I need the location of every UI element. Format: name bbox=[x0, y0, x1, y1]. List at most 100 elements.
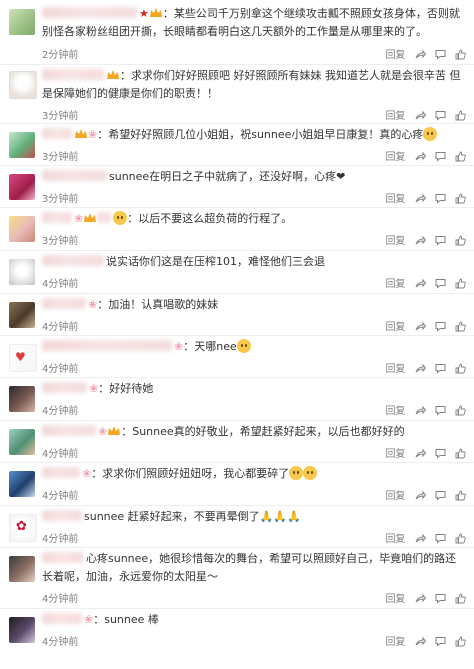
avatar[interactable] bbox=[9, 302, 35, 328]
avatar[interactable]: ✿ bbox=[9, 514, 37, 542]
thumbs-up-icon[interactable] bbox=[455, 235, 466, 247]
reply-button[interactable]: 回复 bbox=[385, 322, 405, 333]
comment-text: ❀ ：Sunnee真的好敬业，希望赶紧好起来，以后也都好好的 bbox=[42, 423, 466, 441]
comment-actions: 回复 bbox=[379, 318, 466, 333]
user-name-blurred[interactable] bbox=[42, 255, 104, 266]
user-name-blurred[interactable] bbox=[42, 69, 104, 80]
user-name-blurred[interactable] bbox=[42, 425, 96, 436]
comment-actions: 回复 bbox=[379, 46, 466, 61]
share-icon[interactable] bbox=[415, 110, 426, 122]
comment-icon[interactable] bbox=[435, 236, 446, 247]
comment-icon[interactable] bbox=[435, 194, 446, 205]
user-name-blurred[interactable] bbox=[42, 467, 80, 478]
comment-text: ❀：求求你们照顾好妞妞呀，我心都要碎了 bbox=[42, 465, 466, 483]
avatar[interactable] bbox=[9, 259, 35, 285]
avatar[interactable] bbox=[9, 429, 35, 455]
avatar[interactable] bbox=[9, 132, 35, 158]
thumbs-up-icon[interactable] bbox=[455, 636, 466, 648]
comment-actions: 回复 bbox=[379, 232, 466, 247]
share-icon[interactable] bbox=[415, 490, 426, 502]
thumbs-up-icon[interactable] bbox=[455, 151, 466, 163]
comment-icon[interactable] bbox=[435, 50, 446, 61]
thumbs-up-icon[interactable] bbox=[455, 363, 466, 375]
avatar[interactable] bbox=[9, 9, 35, 35]
reply-button[interactable]: 回复 bbox=[385, 491, 405, 502]
comment-time: 4分钟前 bbox=[42, 637, 79, 648]
comment-icon[interactable] bbox=[435, 534, 446, 545]
comment-time: 3分钟前 bbox=[42, 111, 79, 122]
comment-actions: 回复 bbox=[379, 590, 466, 605]
reply-button[interactable]: 回复 bbox=[385, 637, 405, 648]
share-icon[interactable] bbox=[415, 363, 426, 375]
share-icon[interactable] bbox=[415, 151, 426, 163]
comment-icon[interactable] bbox=[435, 111, 446, 122]
reply-button[interactable]: 回复 bbox=[385, 406, 405, 417]
reply-button[interactable]: 回复 bbox=[385, 449, 405, 460]
reply-button[interactable]: 回复 bbox=[385, 534, 405, 545]
user-name-blurred[interactable] bbox=[42, 340, 172, 351]
thumbs-up-icon[interactable] bbox=[455, 405, 466, 417]
user-name-blurred[interactable] bbox=[42, 552, 84, 563]
share-icon[interactable] bbox=[415, 193, 426, 205]
reply-button[interactable]: 回复 bbox=[385, 111, 405, 122]
user-name-blurred[interactable] bbox=[42, 298, 86, 309]
comment-icon[interactable] bbox=[435, 322, 446, 333]
thumbs-up-icon[interactable] bbox=[455, 321, 466, 333]
comment-icon[interactable] bbox=[435, 449, 446, 460]
share-icon[interactable] bbox=[415, 593, 426, 605]
user-name-blurred[interactable] bbox=[97, 212, 112, 223]
user-name-blurred[interactable] bbox=[42, 613, 82, 624]
thumbs-up-icon[interactable] bbox=[455, 490, 466, 502]
user-name-blurred[interactable] bbox=[42, 7, 137, 18]
comment-icon[interactable] bbox=[435, 279, 446, 290]
comment-icon[interactable] bbox=[435, 637, 446, 648]
comment-icon[interactable] bbox=[435, 406, 446, 417]
avatar[interactable] bbox=[9, 471, 35, 497]
share-icon[interactable] bbox=[415, 321, 426, 333]
share-icon[interactable] bbox=[415, 49, 426, 61]
user-name-blurred[interactable] bbox=[42, 382, 87, 393]
crying-emoji-icon bbox=[236, 339, 251, 353]
thumbs-up-icon[interactable] bbox=[455, 278, 466, 290]
avatar[interactable] bbox=[9, 617, 35, 643]
avatar[interactable] bbox=[9, 71, 37, 99]
user-name-blurred[interactable] bbox=[42, 128, 72, 139]
avatar[interactable] bbox=[9, 386, 35, 412]
avatar[interactable] bbox=[9, 174, 35, 200]
share-icon[interactable] bbox=[415, 235, 426, 247]
thumbs-up-icon[interactable] bbox=[455, 49, 466, 61]
reply-button[interactable]: 回复 bbox=[385, 279, 405, 290]
crown-badge-icon bbox=[84, 213, 97, 222]
crown-badge-icon bbox=[107, 70, 119, 79]
user-name-blurred[interactable] bbox=[42, 212, 72, 223]
crying-emoji-icon bbox=[289, 466, 304, 480]
comment-time: 4分钟前 bbox=[42, 364, 79, 375]
reply-button[interactable]: 回复 bbox=[385, 152, 405, 163]
thumbs-up-icon[interactable] bbox=[455, 448, 466, 460]
thumbs-up-icon[interactable] bbox=[455, 593, 466, 605]
user-name-blurred[interactable] bbox=[42, 510, 82, 521]
comment-icon[interactable] bbox=[435, 364, 446, 375]
user-name-blurred[interactable] bbox=[42, 170, 107, 181]
thumbs-up-icon[interactable] bbox=[455, 193, 466, 205]
comment-time: 3分钟前 bbox=[42, 152, 79, 163]
avatar[interactable]: ♥ bbox=[9, 344, 37, 372]
reply-button[interactable]: 回复 bbox=[385, 50, 405, 61]
share-icon[interactable] bbox=[415, 448, 426, 460]
comment-icon[interactable] bbox=[435, 491, 446, 502]
thumbs-up-icon[interactable] bbox=[455, 110, 466, 122]
share-icon[interactable] bbox=[415, 533, 426, 545]
comment-icon[interactable] bbox=[435, 594, 446, 605]
reply-button[interactable]: 回复 bbox=[385, 594, 405, 605]
share-icon[interactable] bbox=[415, 278, 426, 290]
avatar[interactable] bbox=[9, 216, 35, 242]
reply-button[interactable]: 回复 bbox=[385, 194, 405, 205]
avatar[interactable] bbox=[9, 556, 35, 582]
thumbs-up-icon[interactable] bbox=[455, 533, 466, 545]
reply-button[interactable]: 回复 bbox=[385, 364, 405, 375]
share-icon[interactable] bbox=[415, 405, 426, 417]
share-icon[interactable] bbox=[415, 636, 426, 648]
smile-emoji-icon bbox=[113, 211, 128, 225]
reply-button[interactable]: 回复 bbox=[385, 236, 405, 247]
comment-icon[interactable] bbox=[435, 152, 446, 163]
